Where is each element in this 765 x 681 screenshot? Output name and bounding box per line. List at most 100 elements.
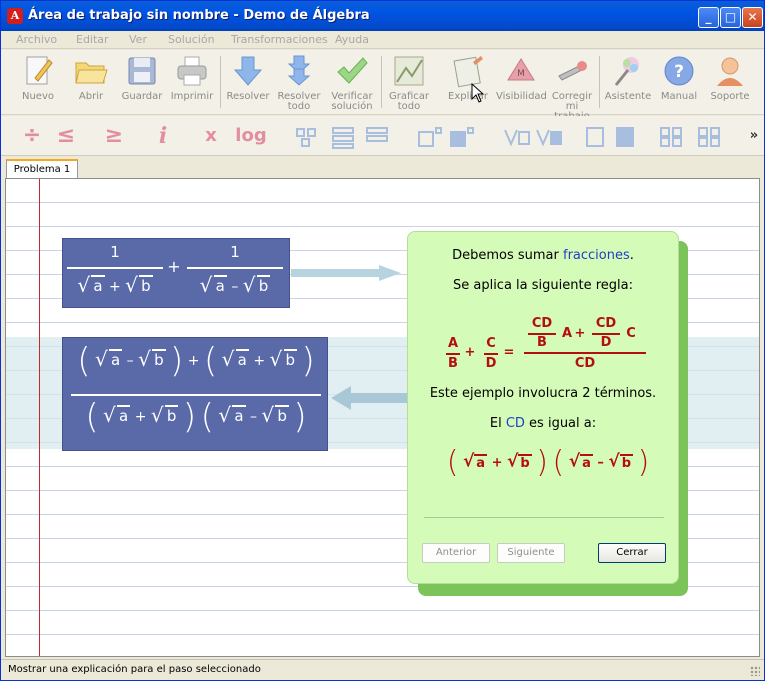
arrow-left-icon xyxy=(331,386,411,410)
divide-button[interactable]: ÷ xyxy=(19,121,45,151)
fraction-bar xyxy=(446,353,460,355)
printer-icon xyxy=(177,56,207,86)
support-button[interactable]: Soporte xyxy=(705,52,755,112)
maximize-button[interactable]: □ xyxy=(720,7,741,28)
checkmark-icon xyxy=(337,57,368,84)
toolbar-separator xyxy=(381,56,382,108)
support-person-icon xyxy=(717,57,743,86)
resize-grip-icon[interactable] xyxy=(750,666,760,676)
rule-CD-1: CD xyxy=(531,316,553,331)
menu-transformaciones[interactable]: Transformaciones xyxy=(231,33,328,46)
solve-all-button[interactable]: Resolver todo xyxy=(275,52,323,112)
explain-button[interactable]: Explicar xyxy=(444,52,492,112)
assistant-button[interactable]: Asistente xyxy=(603,52,653,112)
cd-expression: ( √ a + √ b ) ( √ a – √ b ) xyxy=(446,445,650,480)
title-bar[interactable]: A Área de trabajo sin nombre - Demo de Á… xyxy=(1,1,764,31)
combined-numerator: ( a – b ) + ( a + b ) xyxy=(65,344,327,378)
correct-work-button[interactable]: Corregir mi trabajo xyxy=(547,52,597,122)
save-disk-icon xyxy=(128,57,156,85)
notebook-margin-line xyxy=(39,179,40,656)
fraction-1-numerator: 1 xyxy=(110,243,120,261)
fraction-2-denominator: a – b xyxy=(187,273,283,297)
fraction-2-numerator: 1 xyxy=(230,243,240,261)
close-window-button[interactable]: ✕ xyxy=(742,7,763,28)
app-window: A Área de trabajo sin nombre - Demo de Á… xyxy=(0,0,765,681)
workspace-canvas[interactable]: 1 a + b + 1 a – b xyxy=(5,178,760,657)
print-button[interactable]: Imprimir xyxy=(169,52,215,112)
sqrt-a: a xyxy=(200,273,227,297)
fracciones-link[interactable]: fracciones xyxy=(563,248,630,263)
explanation-line-4: El CD es igual a: xyxy=(489,416,597,431)
italic-button[interactable]: i xyxy=(153,121,173,151)
layout-tools-icon xyxy=(296,127,720,149)
window-title: Área de trabajo sin nombre - Demo de Álg… xyxy=(28,8,370,23)
combined-denominator: ( a + b ) ( a – b ) xyxy=(65,400,327,434)
rule-C: C xyxy=(486,336,496,351)
rule-equals: = xyxy=(503,345,515,360)
rule-B-den: B xyxy=(537,335,547,350)
subscript-button[interactable]: x xyxy=(201,121,221,151)
less-equal-button[interactable]: ≤ xyxy=(53,121,79,151)
menu-archivo[interactable]: Archivo xyxy=(16,33,57,46)
help-icon: ? xyxy=(664,56,694,86)
save-button[interactable]: Guardar xyxy=(118,52,166,112)
minimize-button[interactable]: _ xyxy=(698,7,719,28)
greater-equal-button[interactable]: ≥ xyxy=(101,121,127,151)
toolbar-overflow-button[interactable]: » xyxy=(747,121,761,151)
toolbar-separator xyxy=(220,56,221,108)
plus-operator: + xyxy=(167,257,181,276)
svg-text:?: ? xyxy=(674,62,684,82)
main-toolbar: Nuevo Abrir Guardar Imprimir Resolver Re… xyxy=(1,50,764,122)
cd-link[interactable]: CD xyxy=(506,416,525,431)
close-explanation-button[interactable]: Cerrar xyxy=(598,543,666,563)
rule-D-den: D xyxy=(600,335,612,350)
status-bar: Mostrar una explicación para el paso sel… xyxy=(1,659,764,680)
rule-B: B xyxy=(448,356,458,371)
expression-step-1[interactable]: 1 a + b + 1 a – b xyxy=(62,238,290,308)
fraction-bar xyxy=(71,394,321,396)
graph-all-button[interactable]: Graficar todo xyxy=(385,52,433,112)
tab-problema-1[interactable]: Problema 1 xyxy=(6,159,78,179)
solve-button[interactable]: Resolver xyxy=(224,52,272,112)
menu-solucion[interactable]: Solución xyxy=(168,33,215,46)
previous-button[interactable]: Anterior xyxy=(422,543,490,563)
status-text: Mostrar una explicación para el paso sel… xyxy=(8,664,261,675)
sqrt-a: a xyxy=(77,273,105,297)
sqrt-b: b xyxy=(243,273,271,297)
app-logo-icon: A xyxy=(7,8,23,24)
arrow-right-icon xyxy=(291,265,401,281)
fraction-1-denominator: a + b xyxy=(67,273,163,297)
fraction-bar xyxy=(187,267,283,269)
fraction-bar xyxy=(524,352,646,354)
correct-wrench-icon xyxy=(558,61,587,81)
menu-bar: Archivo Editar Ver Solución Transformaci… xyxy=(1,31,764,49)
rule-A: A xyxy=(447,336,459,351)
menu-ver[interactable]: Ver xyxy=(129,33,147,46)
expression-step-2[interactable]: ( a – b ) + ( a + b ) ( a + b ) ( a xyxy=(62,337,328,451)
manual-button[interactable]: ? Manual xyxy=(656,52,702,112)
new-document-icon xyxy=(26,56,53,85)
rule-A-mult: A xyxy=(561,326,573,341)
rule-C-mult: C xyxy=(626,326,636,341)
explanation-line-2: Se aplica la siguiente regla: xyxy=(452,278,633,293)
next-button[interactable]: Siguiente xyxy=(497,543,565,563)
menu-editar[interactable]: Editar xyxy=(76,33,109,46)
menu-ayuda[interactable]: Ayuda xyxy=(335,33,369,46)
verify-solution-button[interactable]: Verificar solución xyxy=(327,52,377,112)
visibility-button[interactable]: M Visibilidad xyxy=(496,52,547,112)
rule-CD-den: CD xyxy=(574,356,596,371)
log-button[interactable]: log xyxy=(231,121,271,151)
rule-D: D xyxy=(485,356,497,371)
wizard-icon xyxy=(614,57,639,86)
math-toolbar: ÷ ≤ ≥ i x log » xyxy=(1,116,764,156)
explanation-line-1: Debemos sumar fracciones. xyxy=(452,248,634,263)
double-arrow-down-icon xyxy=(287,55,311,86)
fraction-bar xyxy=(67,267,163,269)
open-button[interactable]: Abrir xyxy=(67,52,115,112)
panel-divider xyxy=(424,517,664,518)
visibility-icon: M xyxy=(507,58,535,81)
explanation-line-3: Este ejemplo involucra 2 términos. xyxy=(429,386,657,401)
new-button[interactable]: Nuevo xyxy=(13,52,63,112)
rule-CD-2: CD xyxy=(595,316,617,331)
rule-plus: + xyxy=(464,345,476,360)
